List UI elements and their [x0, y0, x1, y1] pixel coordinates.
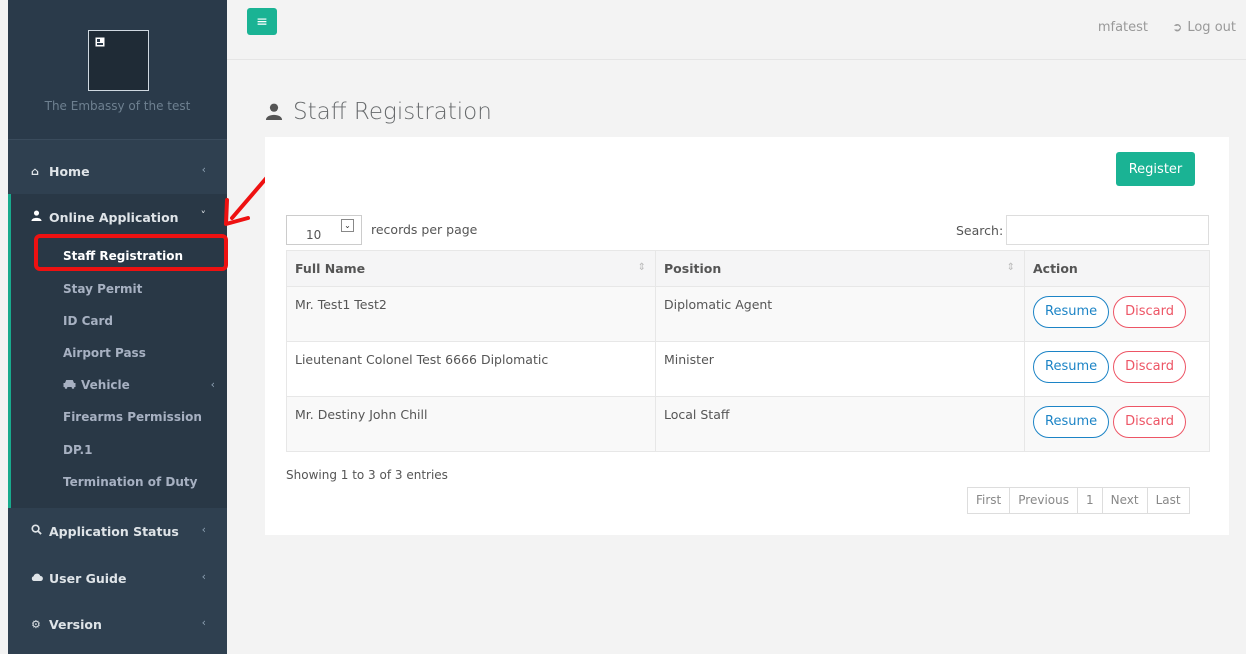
records-per-page-value: 10 [306, 228, 322, 242]
column-header-action: Action [1024, 250, 1210, 287]
cell-action: Resume Discard [1024, 341, 1210, 397]
page-title-text: Staff Registration [293, 99, 492, 125]
page-title: Staff Registration [265, 99, 492, 125]
table-row: Mr. Destiny John Chill Local Staff Resum… [286, 396, 1210, 452]
table-info-text: Showing 1 to 3 of 3 entries [286, 468, 448, 482]
gears-icon: ⚙ [31, 617, 41, 631]
nav-online-application[interactable]: Online Application ˅ [8, 197, 227, 237]
chevron-left-icon: ‹ [201, 163, 206, 176]
sidebar-item-label: ID Card [63, 314, 114, 328]
sidebar-item-vehicle[interactable]: Vehicle ‹ [8, 369, 227, 401]
table-row: Mr. Test1 Test2 Diplomatic Agent Resume D… [286, 286, 1210, 342]
resume-button[interactable]: Resume [1033, 406, 1110, 438]
sidebar-item-dp1[interactable]: DP.1 [8, 434, 227, 466]
top-navbar: ≡ mfatest ➲ Log out [227, 0, 1246, 60]
cell-full-name: Mr. Test1 Test2 [286, 286, 656, 342]
pagination-page-1-button[interactable]: 1 [1076, 488, 1102, 513]
search-label: Search: [956, 223, 1004, 238]
cell-action: Resume Discard [1024, 396, 1210, 452]
resume-button[interactable]: Resume [1033, 296, 1110, 328]
broken-image-icon [95, 37, 105, 47]
sidebar-item-termination-of-duty[interactable]: Termination of Duty [8, 466, 227, 498]
pagination-last-button[interactable]: Last [1146, 488, 1189, 513]
table-row: Lieutenant Colonel Test 6666 Diplomatic … [286, 341, 1210, 397]
discard-button[interactable]: Discard [1113, 351, 1187, 383]
cloud-icon [31, 572, 49, 585]
sign-out-icon: ➲ [1172, 20, 1183, 34]
cell-action: Resume Discard [1024, 286, 1210, 342]
sidebar-item-label: Stay Permit [63, 282, 143, 296]
car-icon [63, 378, 81, 392]
brand-header: The Embassy of the test [8, 0, 227, 140]
column-header-full-name[interactable]: Full Name ⇕ [286, 250, 656, 287]
pagination: First Previous 1 Next Last [967, 487, 1190, 514]
home-icon: ⌂ [31, 164, 39, 178]
user-icon [31, 210, 49, 224]
discard-button[interactable]: Discard [1113, 406, 1187, 438]
pagination-first-button[interactable]: First [968, 488, 1009, 513]
nav-version-label: Version [49, 616, 102, 632]
search-input[interactable] [1006, 215, 1209, 245]
username-label: mfatest [1097, 20, 1148, 35]
cell-position: Diplomatic Agent [655, 286, 1025, 342]
chevron-left-icon: ‹ [201, 570, 206, 583]
cell-full-name: Lieutenant Colonel Test 6666 Diplomatic [286, 341, 656, 397]
staff-table: Full Name ⇕ Position ⇕ Action Mr. Test1 Te… [286, 250, 1210, 452]
register-button[interactable]: Register [1116, 152, 1195, 186]
sidebar-item-label: DP.1 [63, 443, 93, 457]
nav-user-guide-label: User Guide [49, 570, 127, 586]
sidebar-item-label: Firearms Permission [63, 410, 202, 424]
hamburger-icon: ≡ [256, 13, 268, 30]
nav-version[interactable]: ⚙ Version ‹ [8, 604, 227, 644]
column-header-position[interactable]: Position ⇕ [655, 250, 1025, 287]
records-per-page-label: records per page [371, 222, 478, 237]
content-panel: Register 10 ⌄ records per page Search: F… [265, 137, 1229, 535]
chevron-down-icon: ˅ [200, 209, 207, 222]
embassy-logo [88, 30, 149, 91]
resume-button[interactable]: Resume [1033, 351, 1110, 383]
user-icon [265, 102, 289, 124]
nav-home[interactable]: ⌂ Home ‹ [8, 151, 227, 191]
discard-button[interactable]: Discard [1113, 296, 1187, 328]
sidebar-item-label: Termination of Duty [63, 475, 198, 489]
search-icon [31, 524, 49, 538]
chevron-left-icon: ‹ [201, 616, 206, 629]
sidebar-item-firearms-permission[interactable]: Firearms Permission [8, 401, 227, 433]
embassy-name: The Embassy of the test [44, 99, 191, 113]
annotation-highlight-box [34, 234, 228, 271]
chevron-left-icon: ‹ [210, 378, 215, 391]
sort-icon: ⇕ [1006, 262, 1015, 273]
cell-position: Local Staff [655, 396, 1025, 452]
logout-link[interactable]: ➲ Log out [1172, 20, 1236, 35]
nav-application-status[interactable]: Application Status ‹ [8, 511, 227, 551]
table-header-row: Full Name ⇕ Position ⇕ Action [286, 250, 1210, 287]
sidebar-item-airport-pass[interactable]: Airport Pass [8, 337, 227, 369]
sidebar-item-label: Airport Pass [63, 346, 146, 360]
sidebar-item-id-card[interactable]: ID Card [8, 305, 227, 337]
pagination-previous-button[interactable]: Previous [1009, 488, 1077, 513]
sidebar-item-label: Vehicle [81, 378, 130, 392]
logout-label: Log out [1187, 20, 1236, 35]
chevron-left-icon: ‹ [201, 523, 206, 536]
nav-online-application-label: Online Application [49, 209, 179, 225]
sort-icon: ⇕ [637, 262, 646, 273]
cell-full-name: Mr. Destiny John Chill [286, 396, 656, 452]
chevron-down-icon: ⌄ [341, 219, 354, 232]
cell-position: Minister [655, 341, 1025, 397]
pagination-next-button[interactable]: Next [1101, 488, 1147, 513]
nav-user-guide[interactable]: User Guide ‹ [8, 558, 227, 598]
nav-home-label: Home [49, 163, 90, 179]
sidebar: The Embassy of the test ⌂ Home ‹ Online … [8, 0, 228, 654]
sidebar-item-stay-permit[interactable]: Stay Permit [8, 273, 227, 305]
records-per-page-select[interactable]: 10 ⌄ [286, 215, 362, 245]
menu-toggle-button[interactable]: ≡ [247, 8, 277, 35]
nav-application-status-label: Application Status [49, 523, 179, 539]
